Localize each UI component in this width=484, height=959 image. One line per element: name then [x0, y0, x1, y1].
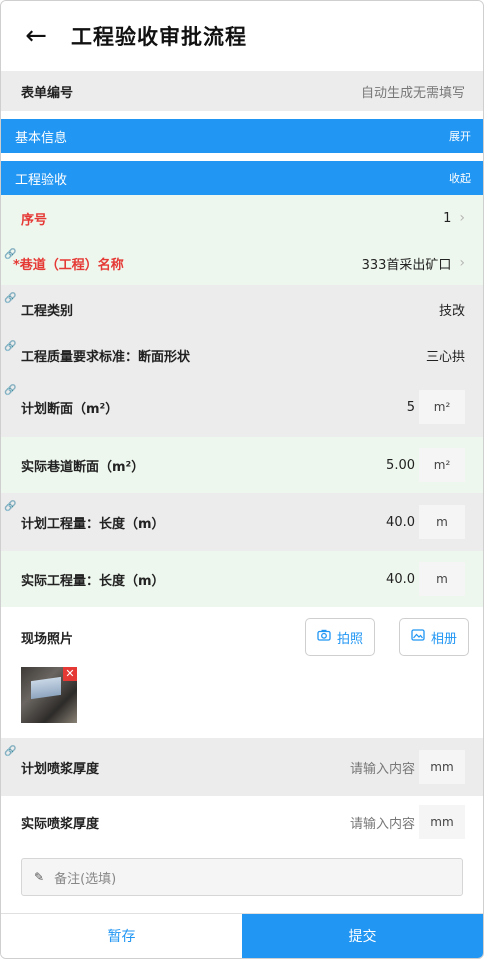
photo-thumbnail[interactable]: ✕ [21, 667, 77, 723]
standard-value: 三心拱 [425, 349, 465, 365]
plan-section-row: 🔗 计划断面（m²） 5 m² [1, 377, 483, 437]
photo-header: 现场照片 拍照 相册 [1, 607, 483, 667]
tunnel-name-label: *巷道（工程）名称 [13, 257, 124, 273]
divider [1, 111, 483, 119]
app-header: ← 工程验收审批流程 [1, 1, 483, 71]
plan-section-label: 计划断面（m²） [21, 401, 119, 417]
save-draft-button[interactable]: 暂存 [1, 914, 242, 958]
plan-section-value: 5 [406, 399, 415, 415]
unit-m: m [419, 562, 465, 596]
link-icon: 🔗 [4, 341, 17, 352]
actual-section-row[interactable]: 实际巷道断面（m²） 5.00 m² [1, 437, 483, 493]
plan-length-value: 40.0 [386, 514, 415, 530]
seq-row[interactable]: 序号 1 › [1, 195, 483, 241]
camera-button-label: 拍照 [336, 631, 363, 647]
page-title: 工程验收审批流程 [71, 25, 247, 49]
actual-length-row[interactable]: 实际工程量：长度（m） 40.0 m [1, 551, 483, 607]
unit-mm: mm [419, 805, 465, 839]
link-icon: 🔗 [4, 385, 17, 396]
pencil-icon: ✎ [34, 870, 45, 884]
tunnel-name-value: 333首采出矿口 [361, 257, 452, 273]
standard-label: 工程质量要求标准：断面形状 [21, 349, 191, 365]
submit-button[interactable]: 提交 [242, 914, 483, 958]
plan-spray-row: 🔗 计划喷浆厚度 请输入内容 mm [1, 738, 483, 796]
photo-section: 现场照片 拍照 相册 ✕ [1, 607, 483, 738]
form-number-label: 表单编号 [21, 85, 74, 101]
camera-icon [317, 629, 331, 645]
plan-length-label: 计划工程量：长度（m） [21, 516, 165, 532]
app-frame: ← 工程验收审批流程 表单编号 自动生成无需填写 基本信息 展开 工程验收 收起… [0, 0, 484, 959]
category-row: 🔗 工程类别 技改 [1, 285, 483, 333]
category-value: 技改 [438, 303, 465, 319]
form-number-value: 自动生成无需填写 [360, 85, 465, 101]
section-basic-label: 基本信息 [15, 130, 68, 146]
remark-section: ✎ 备注(选填) [1, 848, 483, 905]
actual-spray-input[interactable]: 请输入内容 [350, 813, 415, 832]
actual-spray-label: 实际喷浆厚度 [21, 816, 100, 832]
link-icon: 🔗 [4, 501, 17, 512]
actual-length-label: 实际工程量：长度（m） [21, 573, 165, 589]
actual-section-label: 实际巷道断面（m²） [21, 459, 145, 475]
footer-bar: 暂存 提交 [1, 913, 483, 958]
section-acceptance[interactable]: 工程验收 收起 [1, 161, 483, 195]
plan-spray-input[interactable]: 请输入内容 [350, 758, 415, 777]
expand-toggle[interactable]: 展开 [449, 128, 471, 144]
album-button-label: 相册 [430, 631, 457, 647]
section-acceptance-label: 工程验收 [15, 172, 68, 188]
thumbnail-image [31, 676, 61, 700]
link-icon: 🔗 [4, 293, 17, 304]
unit-m2: m² [419, 448, 465, 482]
divider [1, 153, 483, 161]
seq-value: 1 [443, 210, 452, 226]
chevron-right-icon: › [459, 210, 465, 226]
album-button[interactable]: 相册 [399, 618, 469, 656]
actual-spray-row[interactable]: 实际喷浆厚度 请输入内容 mm [1, 796, 483, 848]
image-icon [411, 629, 425, 645]
standard-row: 🔗 工程质量要求标准：断面形状 三心拱 [1, 333, 483, 377]
seq-label: 序号 [21, 212, 48, 228]
unit-m: m [419, 505, 465, 539]
category-label: 工程类别 [21, 303, 74, 319]
remark-input[interactable]: ✎ 备注(选填) [21, 858, 463, 896]
plan-spray-label: 计划喷浆厚度 [21, 761, 100, 777]
link-icon: 🔗 [4, 249, 17, 260]
back-arrow-icon[interactable]: ← [1, 1, 71, 71]
collapse-toggle[interactable]: 收起 [449, 170, 471, 186]
tunnel-name-row[interactable]: 🔗 *巷道（工程）名称 333首采出矿口 › [1, 241, 483, 285]
remark-placeholder: 备注(选填) [54, 871, 117, 887]
delete-photo-icon[interactable]: ✕ [63, 667, 77, 681]
section-basic-info[interactable]: 基本信息 展开 [1, 119, 483, 153]
unit-m2: m² [419, 390, 465, 424]
photo-label: 现场照片 [21, 631, 74, 647]
camera-button[interactable]: 拍照 [305, 618, 375, 656]
plan-length-row: 🔗 计划工程量：长度（m） 40.0 m [1, 493, 483, 551]
actual-length-input[interactable]: 40.0 [386, 572, 415, 587]
form-number-row: 表单编号 自动生成无需填写 [1, 71, 483, 111]
chevron-right-icon: › [459, 255, 465, 271]
actual-section-input[interactable]: 5.00 [386, 458, 415, 473]
unit-mm: mm [419, 750, 465, 784]
link-icon: 🔗 [4, 746, 17, 757]
